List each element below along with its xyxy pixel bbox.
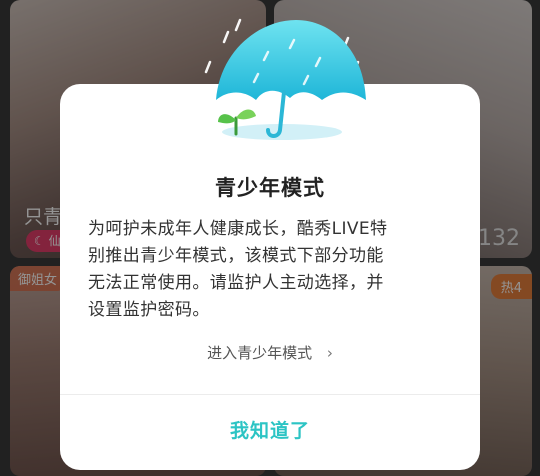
dialog-body-line: 为呵护未成年人健康成长，酷秀LIVE特 xyxy=(88,219,388,239)
dialog-body-line: 别推出青少年模式，该模式下部分功能 xyxy=(88,246,384,266)
enter-teen-mode-link[interactable]: 进入青少年模式 › xyxy=(60,342,480,363)
enter-teen-mode-label: 进入青少年模式 xyxy=(207,344,313,362)
chevron-right-icon: › xyxy=(326,344,333,362)
umbrella-sprout-icon xyxy=(204,18,366,140)
dialog-body-line: 设置监护密码。 xyxy=(88,300,210,320)
confirm-button[interactable]: 我知道了 xyxy=(60,395,480,470)
dialog-body-line: 无法正常使用。请监护人主动选择，并 xyxy=(88,273,384,293)
dialog-body: 为呵护未成年人健康成长，酷秀LIVE特 别推出青少年模式，该模式下部分功能 无法… xyxy=(88,216,452,324)
dialog-title: 青少年模式 xyxy=(215,176,325,200)
